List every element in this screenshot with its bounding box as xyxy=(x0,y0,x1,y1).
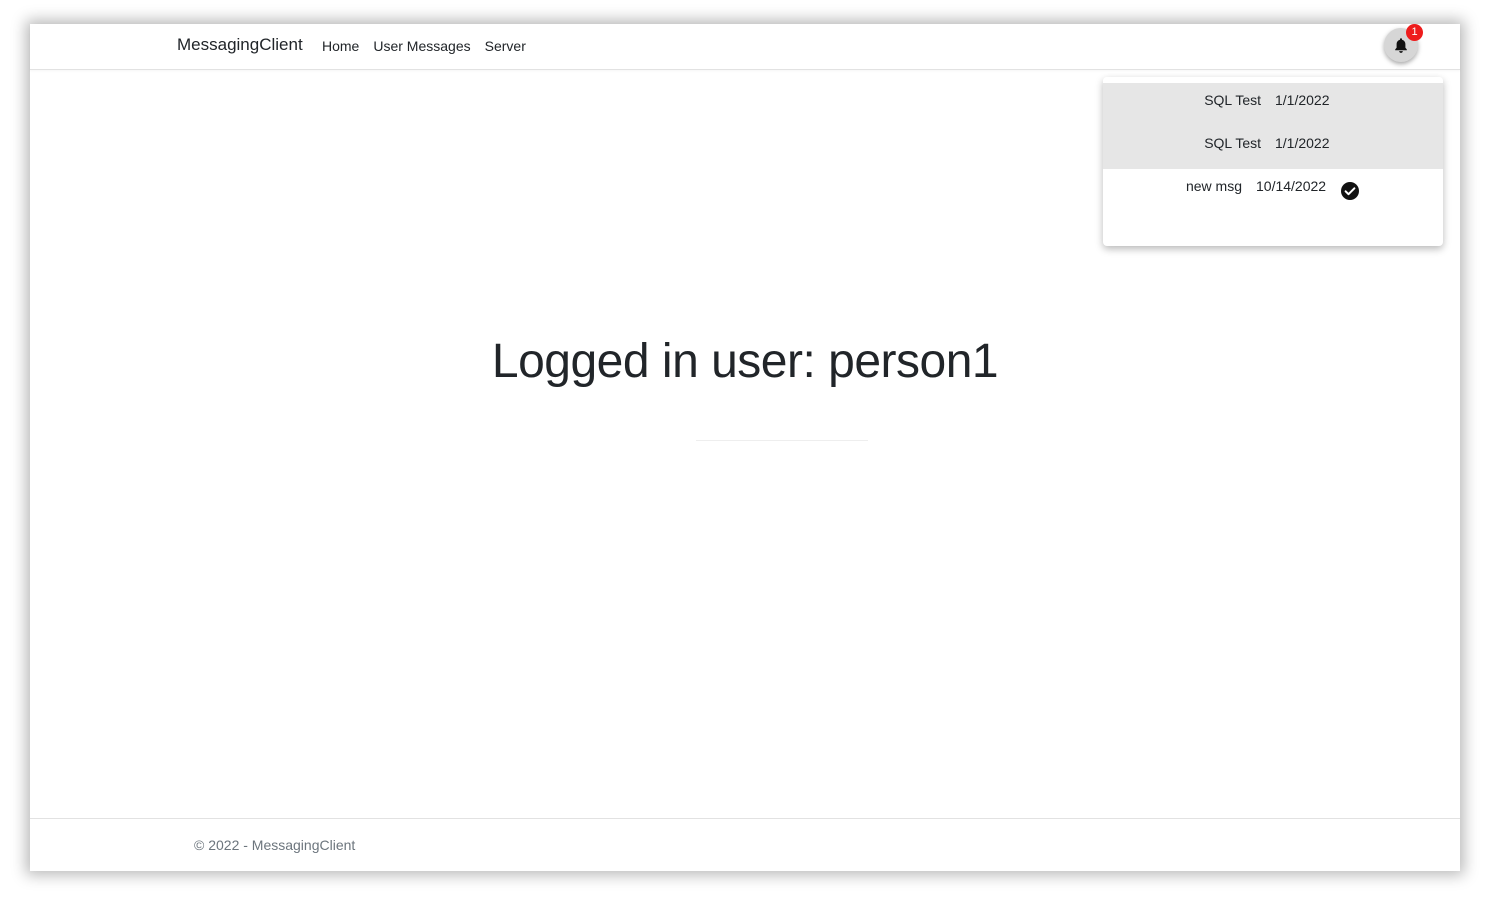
nav-link-server[interactable]: Server xyxy=(485,38,526,54)
notification-date: 1/1/2022 xyxy=(1275,92,1330,108)
top-navbar: MessagingClient Home User Messages Serve… xyxy=(30,24,1460,70)
notification-subject: new msg xyxy=(1185,178,1242,194)
bell-icon xyxy=(1395,37,1407,53)
nav-links: Home User Messages Server xyxy=(322,38,526,54)
notification-item[interactable]: SQL Test 1/1/2022 xyxy=(1103,83,1443,126)
divider xyxy=(696,440,868,441)
notification-date: 1/1/2022 xyxy=(1275,135,1330,151)
brand-link[interactable]: MessagingClient xyxy=(177,35,303,55)
page-footer: © 2022 - MessagingClient xyxy=(30,818,1460,872)
page-title: Logged in user: person1 xyxy=(491,335,999,388)
notification-item[interactable]: new msg 10/14/2022 xyxy=(1103,169,1443,212)
nav-link-user-messages[interactable]: User Messages xyxy=(373,38,470,54)
notification-subject: SQL Test xyxy=(1204,92,1261,108)
browser-page: MessagingClient Home User Messages Serve… xyxy=(30,24,1460,871)
footer-copyright: © 2022 - MessagingClient xyxy=(194,837,356,853)
notification-date: 10/14/2022 xyxy=(1256,178,1327,194)
notification-subject: SQL Test xyxy=(1204,135,1261,151)
notifications-dropdown: SQL Test 1/1/2022 SQL Test 1/1/2022 new … xyxy=(1103,77,1443,246)
nav-link-home[interactable]: Home xyxy=(322,38,359,54)
check-circle-icon[interactable] xyxy=(1341,182,1359,200)
notification-item[interactable]: SQL Test 1/1/2022 xyxy=(1103,126,1443,169)
notification-count-badge: 1 xyxy=(1406,24,1423,41)
